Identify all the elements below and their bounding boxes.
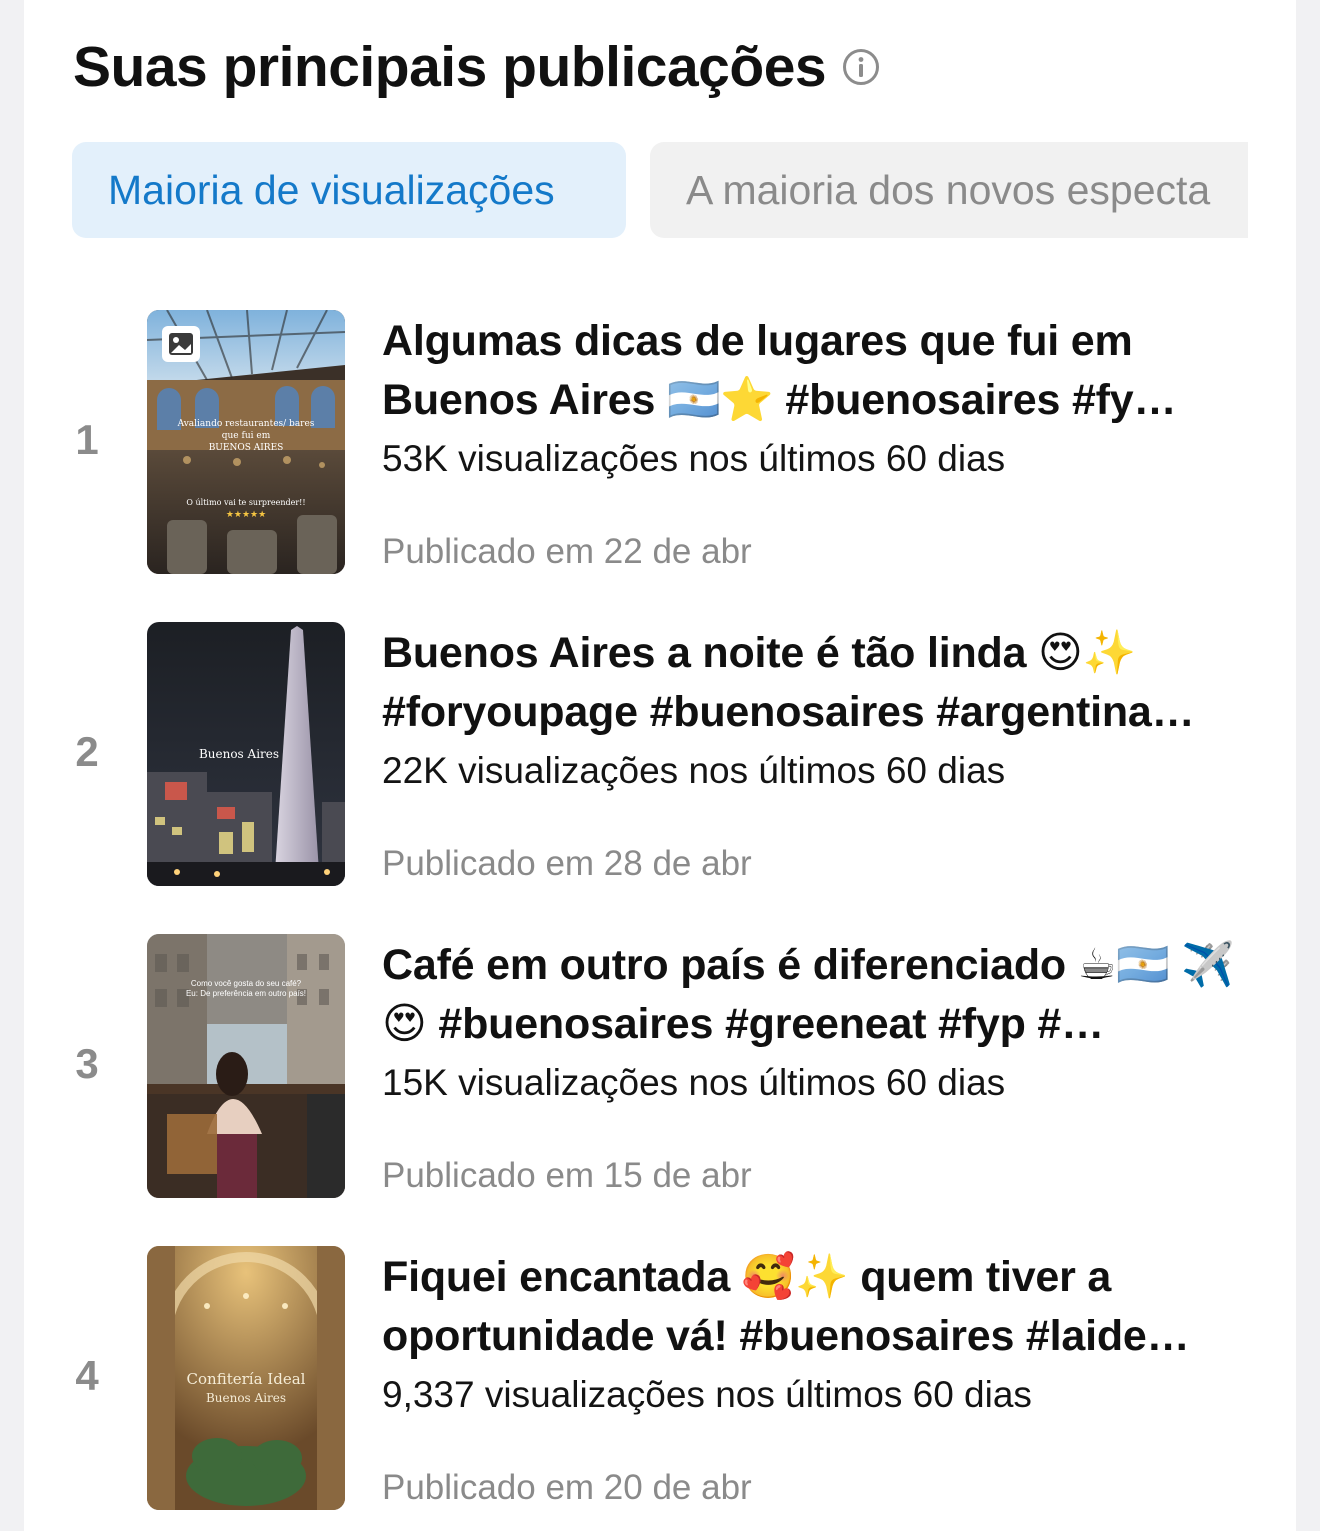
post-date: Publicado em 28 de abr xyxy=(382,844,752,883)
post-text: Buenos Aires a noite é tão linda 😍✨ #for… xyxy=(382,622,1242,883)
post-date: Publicado em 15 de abr xyxy=(382,1156,752,1195)
post-text: Café em outro país é diferenciado ☕🇦🇷 ✈️… xyxy=(382,934,1242,1195)
top-posts-card: Suas principais publicações Maioria de v… xyxy=(24,0,1296,1531)
post-item[interactable]: 4 Confitería Ideal Buenos Aires Fiquei e… xyxy=(24,1246,1296,1512)
post-views: 15K visualizações nos últimos 60 dias xyxy=(382,1062,1006,1103)
post-views: 9,337 visualizações nos últimos 60 dias xyxy=(382,1374,1032,1415)
post-date: Publicado em 22 de abr xyxy=(382,532,752,571)
post-rank: 4 xyxy=(75,1352,99,1399)
carousel-photo-icon xyxy=(162,326,200,362)
post-rank: 3 xyxy=(75,1040,99,1087)
sort-tabs: Maioria de visualizações A maioria dos n… xyxy=(72,142,1248,238)
svg-text:★★★★★: ★★★★★ xyxy=(226,510,266,520)
svg-text:Confitería Ideal: Confitería Ideal xyxy=(187,1370,306,1388)
post-views: 22K visualizações nos últimos 60 dias xyxy=(382,750,1006,791)
tab-most-new-viewers[interactable]: A maioria dos novos especta xyxy=(650,142,1248,238)
svg-text:Buenos Aires: Buenos Aires xyxy=(199,747,279,761)
section-title: Suas principais publicações xyxy=(73,35,827,99)
post-rank: 2 xyxy=(75,728,99,775)
svg-text:Avaliando restaurantes/ bares: Avaliando restaurantes/ bares xyxy=(177,419,315,429)
post-thumbnail[interactable]: Buenos Aires xyxy=(147,622,345,886)
post-caption: Café em outro país é diferenciado ☕🇦🇷 ✈️… xyxy=(382,941,1235,1048)
post-caption: Fiquei encantada 🥰✨ quem tiver a oportun… xyxy=(382,1253,1190,1360)
svg-text:Como você gosta do seu café?: Como você gosta do seu café? xyxy=(191,979,302,988)
post-text: Fiquei encantada 🥰✨ quem tiver a oportun… xyxy=(382,1246,1242,1507)
post-caption: Algumas dicas de lugares que fui em Buen… xyxy=(382,317,1177,424)
svg-text:que fui em: que fui em xyxy=(222,431,271,441)
post-date: Publicado em 20 de abr xyxy=(382,1468,752,1507)
svg-text:BUENOS AIRES: BUENOS AIRES xyxy=(209,443,284,453)
post-thumbnail[interactable]: Avaliando restaurantes/ bares que fui em… xyxy=(147,310,345,574)
tab-most-views[interactable]: Maioria de visualizações xyxy=(72,142,626,238)
post-item[interactable]: 3 Como você gosta do seu café? Eu: De pr… xyxy=(24,934,1296,1200)
post-item[interactable]: 1 Avaliando restaurantes/ bares que fui … xyxy=(24,310,1296,576)
post-item[interactable]: 2 Buenos Aires Buenos Aires a noite é tã… xyxy=(24,622,1296,888)
post-views: 53K visualizações nos últimos 60 dias xyxy=(382,438,1006,479)
info-circle-icon[interactable] xyxy=(842,48,880,86)
post-text: Algumas dicas de lugares que fui em Buen… xyxy=(382,310,1242,571)
svg-text:O último vai te surpreender!!: O último vai te surpreender!! xyxy=(186,498,305,507)
post-rank: 1 xyxy=(75,416,99,463)
section-header: Suas principais publicações xyxy=(73,34,880,100)
svg-text:Buenos Aires: Buenos Aires xyxy=(206,1391,286,1405)
post-thumbnail[interactable]: Confitería Ideal Buenos Aires xyxy=(147,1246,345,1510)
post-caption: Buenos Aires a noite é tão linda 😍✨ #for… xyxy=(382,629,1195,736)
svg-text:Eu: De preferência em outro pa: Eu: De preferência em outro país! xyxy=(186,989,306,998)
post-thumbnail[interactable]: Como você gosta do seu café? Eu: De pref… xyxy=(147,934,345,1198)
